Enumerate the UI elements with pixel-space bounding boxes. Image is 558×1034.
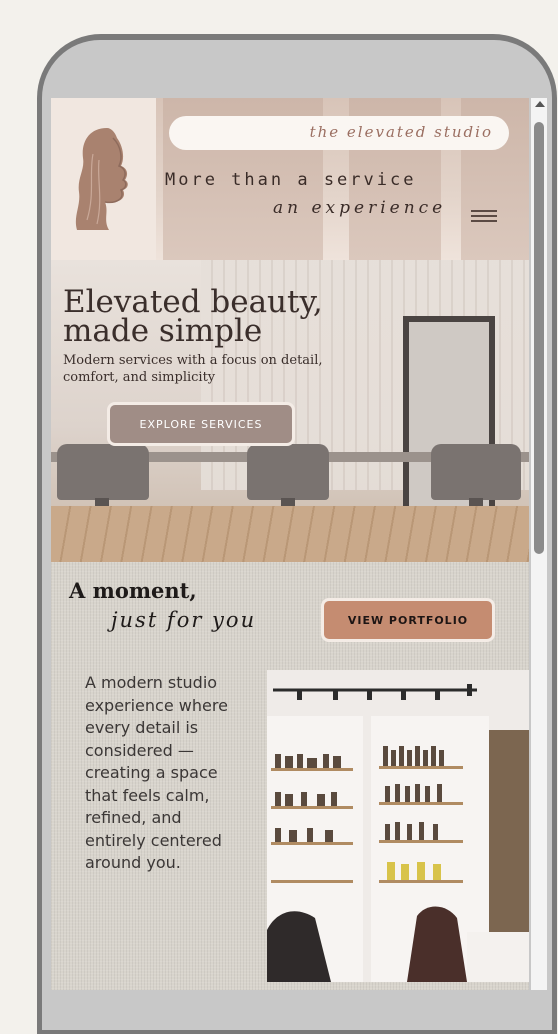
tagline-text: the elevated studio	[309, 123, 493, 141]
menu-bar	[471, 215, 497, 217]
studio-shelves-illustration	[267, 670, 529, 982]
mobile-screen: the elevated studio More than a service …	[51, 98, 529, 990]
woman-silhouette-icon	[75, 128, 128, 230]
salon-chair	[57, 444, 149, 500]
header-line-experience: an experience	[273, 198, 447, 218]
tagline-pill: the elevated studio	[169, 116, 509, 150]
menu-bar	[471, 220, 497, 222]
view-portfolio-button[interactable]: VIEW PORTFOLIO	[321, 598, 495, 642]
hero-title: Elevated beauty, made simple	[63, 287, 383, 349]
moment-section: A moment, just for you VIEW PORTFOLIO A …	[51, 562, 529, 990]
hero-wood-floor	[51, 506, 529, 562]
moment-body-text: A modern studio experience where every d…	[85, 673, 228, 872]
menu-bar	[471, 210, 497, 212]
hamburger-menu-icon[interactable]	[471, 210, 497, 224]
studio-photo	[267, 670, 529, 982]
site-header: the elevated studio More than a service …	[51, 98, 529, 260]
salon-chair	[431, 444, 521, 500]
hero-title-line2: made simple	[63, 313, 263, 349]
hero-section: Elevated beauty, made simple Modern serv…	[51, 260, 529, 562]
scrollbar-thumb[interactable]	[534, 122, 544, 554]
moment-title: A moment,	[69, 578, 197, 603]
logo[interactable]	[51, 98, 156, 260]
vertical-scrollbar[interactable]	[531, 98, 547, 990]
moment-script-subtitle: just for you	[111, 608, 257, 632]
hero-subtitle: Modern services with a focus on detail, …	[63, 353, 323, 385]
header-line-service: More than a service	[165, 170, 417, 190]
salon-chair	[247, 444, 329, 500]
scroll-up-arrow-icon[interactable]	[535, 101, 545, 107]
explore-services-button[interactable]: EXPLORE SERVICES	[107, 402, 295, 446]
